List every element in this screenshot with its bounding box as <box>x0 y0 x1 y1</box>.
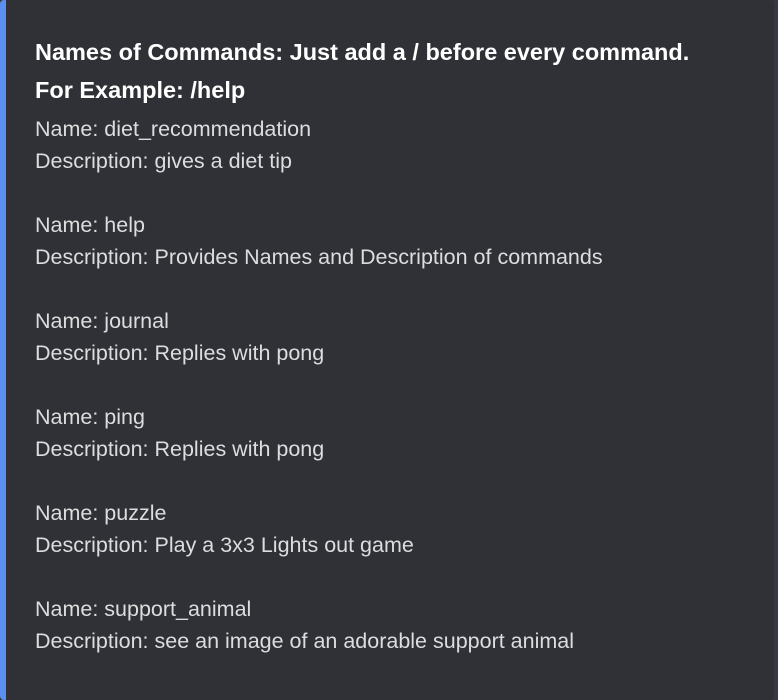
command-entry-support-animal: Name: support_animal Description: see an… <box>35 593 754 657</box>
command-name: Name: journal <box>35 309 169 333</box>
command-name: Name: help <box>35 213 145 237</box>
command-entry-ping: Name: ping Description: Replies with pon… <box>35 401 754 465</box>
command-name: Name: diet_recommendation <box>35 117 312 141</box>
command-list: Name: diet_recommendation Description: g… <box>35 113 754 657</box>
command-description: Description: Play a 3x3 Lights out game <box>35 533 414 557</box>
command-description: Description: Replies with pong <box>35 341 325 365</box>
command-description: Description: see an image of an adorable… <box>35 629 575 653</box>
command-entry-diet-recommendation: Name: diet_recommendation Description: g… <box>35 113 754 177</box>
command-entry-journal: Name: journal Description: Replies with … <box>35 305 754 369</box>
command-name: Name: puzzle <box>35 501 167 525</box>
command-entry-help: Name: help Description: Provides Names a… <box>35 209 754 273</box>
embed-title: Names of Commands: Just add a / before e… <box>35 33 754 109</box>
command-list-embed: Names of Commands: Just add a / before e… <box>0 0 774 700</box>
command-description: Description: Provides Names and Descript… <box>35 245 603 269</box>
command-description: Description: Replies with pong <box>35 437 325 461</box>
embed-title-line-1: Names of Commands: Just add a / before e… <box>35 39 690 65</box>
command-description: Description: gives a diet tip <box>35 149 292 173</box>
embed-title-line-2: For Example: /help <box>35 77 246 103</box>
command-entry-puzzle: Name: puzzle Description: Play a 3x3 Lig… <box>35 497 754 561</box>
command-name: Name: support_animal <box>35 597 252 621</box>
command-name: Name: ping <box>35 405 145 429</box>
